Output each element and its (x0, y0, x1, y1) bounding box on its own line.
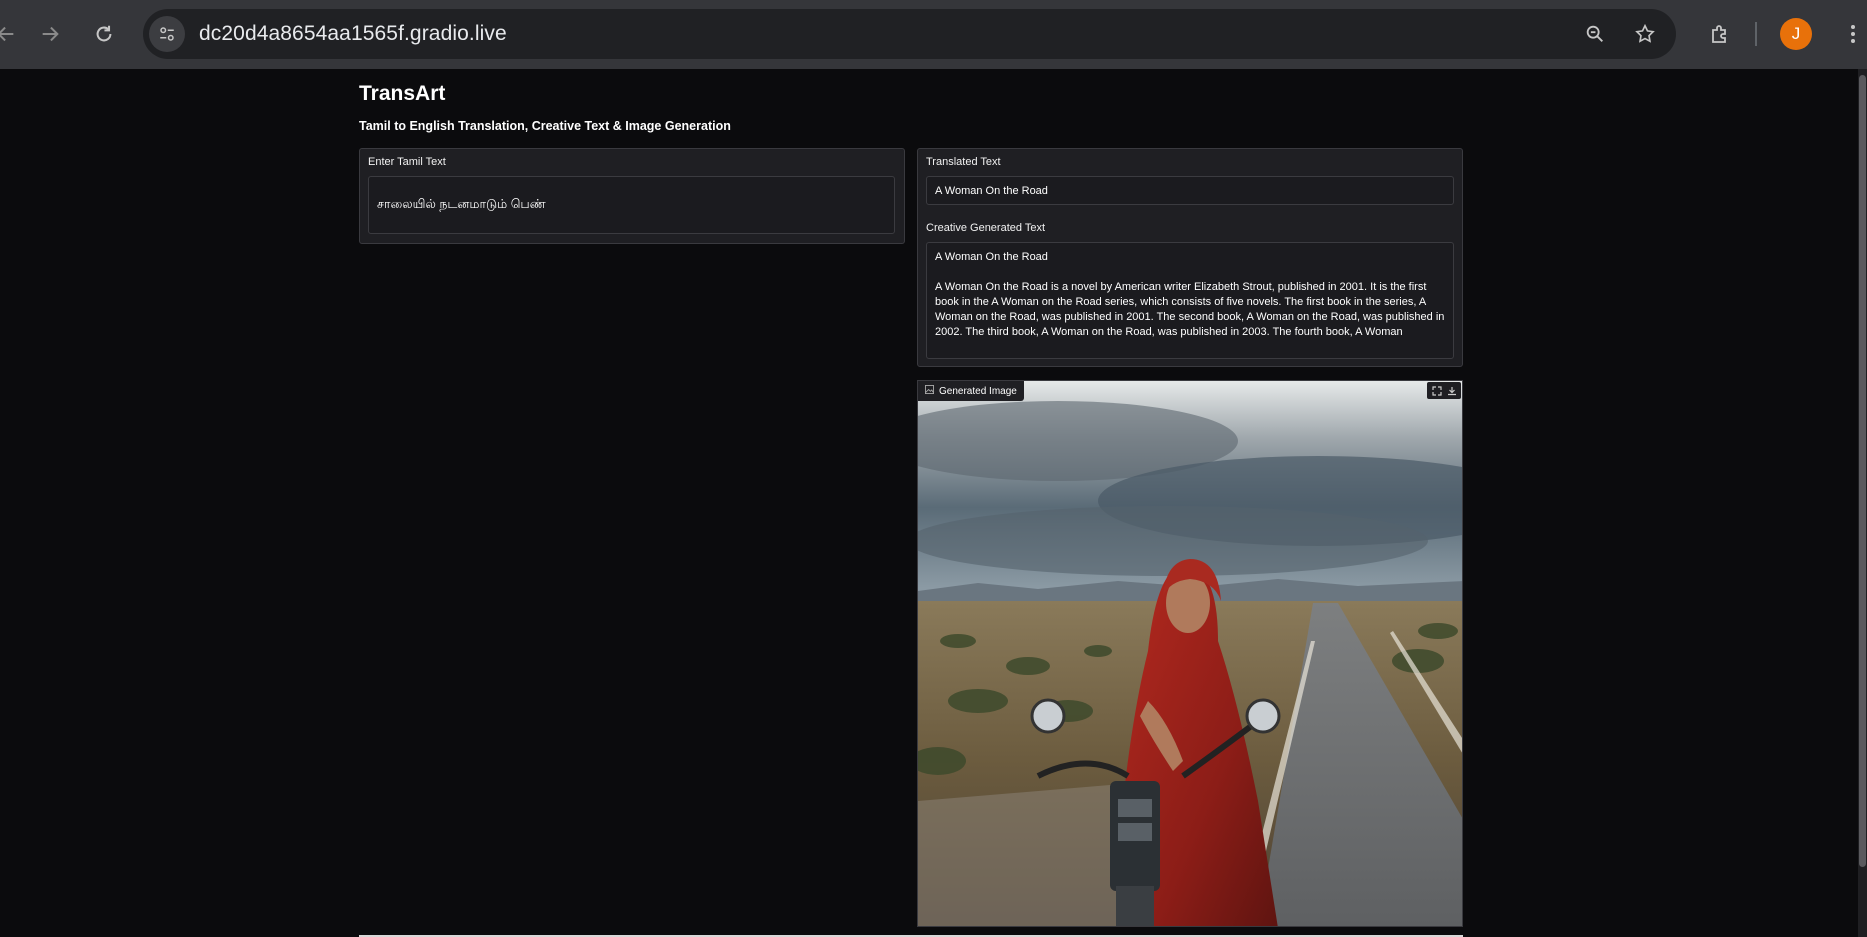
site-info-icon[interactable] (149, 16, 185, 52)
download-icon[interactable] (1445, 384, 1458, 397)
creative-text-label: Creative Generated Text (926, 222, 1046, 234)
browser-toolbar: dc20d4a8654aa1565f.gradio.live J (0, 0, 1867, 69)
generated-image-panel: Generated Image (917, 380, 1463, 927)
menu-kebab-icon[interactable] (1838, 14, 1867, 54)
address-bar[interactable]: dc20d4a8654aa1565f.gradio.live (143, 9, 1676, 59)
tamil-input-label: Enter Tamil Text (368, 156, 446, 168)
scrollbar-thumb[interactable] (1859, 75, 1866, 867)
app-title: TransArt (359, 82, 446, 105)
image-icon (925, 385, 934, 397)
url-text[interactable]: dc20d4a8654aa1565f.gradio.live (199, 22, 507, 46)
image-toolbar (1427, 382, 1461, 399)
toolbar-divider (1755, 22, 1757, 46)
page-scrollbar[interactable] (1858, 69, 1867, 937)
reload-icon[interactable] (84, 14, 124, 54)
generated-image (918, 381, 1462, 926)
creative-text-body: A Woman On the Road is a novel by Americ… (935, 281, 1445, 338)
creative-text-title: A Woman On the Road (935, 251, 1048, 263)
fullscreen-icon[interactable] (1430, 384, 1443, 397)
generated-image-label: Generated Image (918, 381, 1024, 401)
tamil-text-input[interactable]: சாலையில் நடனமாடும் பெண் (368, 176, 895, 234)
zoom-icon[interactable] (1580, 19, 1610, 49)
creative-text-output[interactable]: A Woman On the Road A Woman On the Road … (926, 242, 1454, 359)
bookmark-star-icon[interactable] (1630, 19, 1660, 49)
extensions-puzzle-icon[interactable] (1700, 14, 1740, 54)
profile-avatar[interactable]: J (1780, 18, 1812, 50)
app-subtitle: Tamil to English Translation, Creative T… (359, 119, 731, 133)
page-content: TransArt Tamil to English Translation, C… (0, 69, 1867, 937)
translated-text-output[interactable]: A Woman On the Road (926, 176, 1454, 205)
translated-text-label: Translated Text (926, 156, 1001, 168)
forward-arrow-icon[interactable] (30, 14, 70, 54)
generated-image-label-text: Generated Image (939, 385, 1017, 397)
back-arrow-icon[interactable] (0, 14, 26, 54)
